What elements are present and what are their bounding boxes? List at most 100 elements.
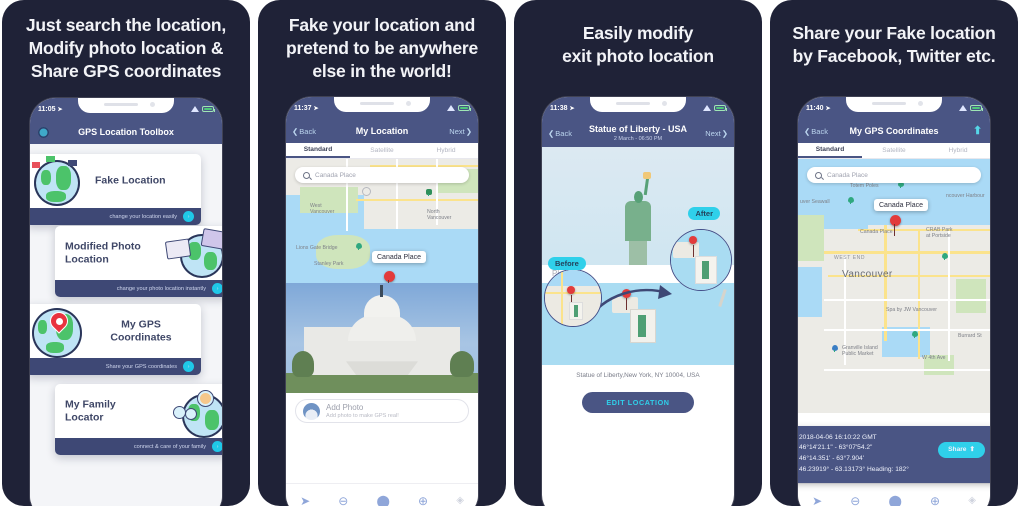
search-value: Canada Place xyxy=(827,171,868,179)
status-time: 11:37 xyxy=(294,104,312,112)
map-label: W 4th Ave xyxy=(922,355,946,361)
feature-caption: connect & care of your family xyxy=(133,443,206,450)
map-poi-icon xyxy=(942,253,948,260)
feature-card-my-gps[interactable]: My GPS Coordinates Share your GPS coordi… xyxy=(30,304,201,375)
map-poi-icon xyxy=(848,197,854,204)
map-callout[interactable]: Canada Place xyxy=(874,199,928,211)
share-button-label: Share xyxy=(948,445,967,453)
next-button[interactable]: Next ❯ xyxy=(705,129,728,138)
photo-preview-capitol[interactable] xyxy=(286,283,478,393)
lens-before xyxy=(544,269,602,327)
wifi-icon xyxy=(191,106,199,112)
location-pin-icon[interactable]: ⬤ xyxy=(888,495,901,507)
map-pin-icon[interactable] xyxy=(384,271,395,283)
map-label: Totem Poles xyxy=(850,183,879,189)
tab-hybrid[interactable]: Hybrid xyxy=(926,147,990,154)
nav-title: GPS Location Toolbox xyxy=(78,127,174,137)
next-button[interactable]: Next ❯ xyxy=(449,127,472,136)
panel-2-headline: Fake your location and pretend to be any… xyxy=(285,15,479,82)
nav-title: Statue of Liberty - USA xyxy=(588,124,687,135)
navigate-icon[interactable]: ➤ xyxy=(300,495,310,507)
status-time: 11:38 xyxy=(550,104,568,112)
tab-standard[interactable]: Standard xyxy=(798,143,862,158)
chevron-right-icon[interactable]: › xyxy=(183,211,194,222)
phone-mockup-2: 11:37 ➤ ❮ Back My Location Next ❯ Standard… xyxy=(286,97,478,506)
map-pin-icon[interactable] xyxy=(890,215,901,236)
search-input[interactable]: Canada Place xyxy=(807,167,981,183)
share-icon[interactable]: ⬆ xyxy=(973,125,982,137)
feature-card-modified-photo[interactable]: Modified Photo Location change your phot… xyxy=(55,226,222,297)
add-photo-row[interactable]: Add Photo Add photo to make GPS real! xyxy=(295,399,469,423)
target-icon[interactable]: ◈ xyxy=(968,495,976,506)
badge-after: After xyxy=(688,207,720,220)
nav-title: My GPS Coordinates xyxy=(849,126,939,136)
globe-icon xyxy=(34,160,80,206)
target-icon[interactable]: ◈ xyxy=(456,495,464,506)
map-section: West Vancouver North Vancouver Lions Gat… xyxy=(286,159,478,283)
back-button[interactable]: ❮ Back xyxy=(548,129,572,138)
chevron-right-icon[interactable]: › xyxy=(183,361,194,372)
back-button[interactable]: ❮ Back xyxy=(804,127,828,136)
tab-satellite[interactable]: Satellite xyxy=(350,147,414,154)
panel-3-headline: Easily modify exit photo location xyxy=(562,23,714,67)
tab-hybrid[interactable]: Hybrid xyxy=(414,147,478,154)
edit-location-button[interactable]: EDIT LOCATION xyxy=(582,392,694,413)
battery-icon xyxy=(970,105,983,111)
status-time: 11:05 xyxy=(38,105,56,113)
map-label: Spa by JW Vancouver xyxy=(886,307,937,313)
location-arrow-icon: ➤ xyxy=(825,105,831,112)
map-poi-icon xyxy=(356,243,362,250)
nav-bar-1: GPS Location Toolbox xyxy=(30,120,222,144)
panel-1: Just search the location, Modify photo l… xyxy=(2,0,250,506)
photo-location-caption: Statue of Liberty,New York, NY 10004, US… xyxy=(576,372,700,379)
back-button[interactable]: ❮ Back xyxy=(292,127,316,136)
wifi-icon xyxy=(959,105,967,111)
panel-1-headline: Just search the location, Modify photo l… xyxy=(25,15,227,82)
location-pin-icon[interactable]: ⬤ xyxy=(376,495,389,507)
feature-art-globe-pin: My GPS Coordinates xyxy=(30,304,201,358)
map-label: WEST END xyxy=(834,255,866,261)
battery-icon xyxy=(714,105,727,111)
zoom-out-icon[interactable]: ⊖ xyxy=(850,495,860,507)
feature-title: Modified Photo Location xyxy=(65,240,141,265)
feature-footer: change your location easily › xyxy=(30,208,201,225)
chevron-right-icon[interactable]: › xyxy=(212,441,222,452)
status-time: 11:40 xyxy=(806,104,824,112)
feature-footer: Share your GPS coordinates › xyxy=(30,358,201,375)
map-label: ncouver Harbour xyxy=(946,193,985,199)
nav-subtitle: 2 March - 06:50 PM xyxy=(613,135,663,142)
gear-icon[interactable] xyxy=(38,126,49,138)
location-arrow-icon: ➤ xyxy=(313,105,319,112)
phone-notch xyxy=(334,97,430,112)
feature-card-family-locator[interactable]: My Family Locator connect & care of your… xyxy=(55,384,222,455)
badge-before: Before xyxy=(548,257,586,270)
feature-card-list: Fake Location change your location easil… xyxy=(30,144,222,506)
nav-bar-2: ❮ Back My Location Next ❯ xyxy=(286,119,478,143)
share-button[interactable]: Share ⬆ xyxy=(938,441,985,459)
zoom-in-icon[interactable]: ⊕ xyxy=(930,495,940,507)
lens-after xyxy=(670,229,732,291)
zoom-in-icon[interactable]: ⊕ xyxy=(418,495,428,507)
zoom-out-icon[interactable]: ⊖ xyxy=(338,495,348,507)
map-label: CRAB Park at Portside xyxy=(926,227,953,239)
map-callout[interactable]: Canada Place xyxy=(372,251,426,263)
navigate-icon[interactable]: ➤ xyxy=(812,495,822,507)
feature-card-fake-location[interactable]: Fake Location change your location easil… xyxy=(30,154,201,225)
phone-notch xyxy=(78,98,174,113)
feature-title: My Family Locator xyxy=(65,398,116,423)
nav-title: My Location xyxy=(355,126,409,136)
wifi-icon xyxy=(703,105,711,111)
map-canvas[interactable]: Totem Poles uver Seawall ncouver Harbour… xyxy=(798,159,990,413)
map-label-city: Vancouver xyxy=(842,269,893,280)
tab-satellite[interactable]: Satellite xyxy=(862,147,926,154)
wifi-icon xyxy=(447,105,455,111)
panel-4-headline: Share your Fake location by Facebook, Tw… xyxy=(792,23,996,67)
tab-standard[interactable]: Standard xyxy=(286,143,350,158)
feature-title: My GPS Coordinates xyxy=(110,318,172,343)
chevron-right-icon[interactable]: › xyxy=(212,283,222,294)
search-input[interactable]: Canada Place xyxy=(295,167,469,183)
map-label: Granville Island Public Market xyxy=(842,345,878,357)
map-label: Burrard St xyxy=(958,333,982,339)
feature-art-family-globe: My Family Locator xyxy=(55,384,222,438)
screenshot-gallery: Just search the location, Modify photo l… xyxy=(0,0,1024,512)
